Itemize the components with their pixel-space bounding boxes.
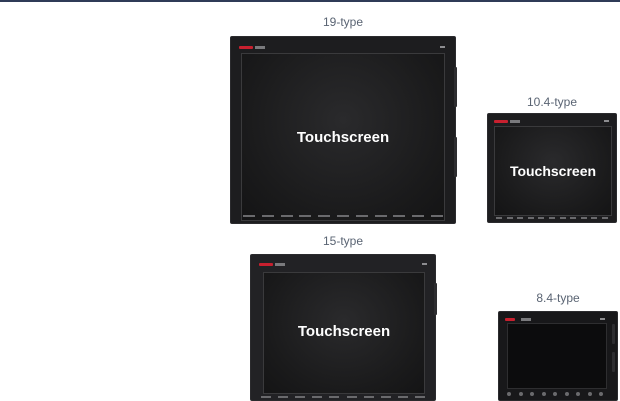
touchscreen-area[interactable]: Touchscreen [263, 272, 425, 394]
indicator-icon [422, 263, 427, 265]
function-key-row [496, 217, 608, 219]
side-bracket [454, 137, 457, 177]
indicator-icon [440, 46, 445, 48]
side-bracket [612, 352, 615, 372]
panel-15-type-label: 15-type [322, 234, 364, 248]
brand-logo-icon [239, 46, 265, 49]
touchscreen-label: Touchscreen [296, 129, 390, 146]
touchscreen-area[interactable]: Touchscreen [241, 53, 445, 221]
side-bracket [434, 283, 437, 315]
brand-logo-icon [494, 120, 520, 123]
display-panel-19-type: Touchscreen [230, 36, 457, 224]
top-divider [0, 0, 620, 2]
brand-logo-icon [505, 318, 531, 321]
touchscreen-label: Touchscreen [297, 323, 391, 340]
display-panel-15-type: Touchscreen [250, 254, 437, 401]
panel-19-type-label: 19-type [322, 15, 364, 29]
function-key-row [507, 392, 603, 396]
brand-logo-icon [259, 263, 285, 266]
display-panel-8-4-type [498, 311, 618, 401]
panel-8-4-type-label: 8.4-type [536, 291, 580, 305]
panel-10-4-type-label: 10.4-type [526, 95, 578, 109]
touchscreen-area[interactable] [507, 323, 607, 389]
side-bracket [454, 67, 457, 107]
function-key-row [261, 396, 425, 398]
function-key-row [243, 215, 443, 217]
touchscreen-label: Touchscreen [509, 163, 597, 179]
display-panel-10-4-type: Touchscreen [487, 113, 617, 223]
touchscreen-area[interactable]: Touchscreen [494, 126, 612, 216]
indicator-icon [600, 318, 605, 320]
side-bracket [612, 324, 615, 344]
indicator-icon [604, 120, 609, 122]
